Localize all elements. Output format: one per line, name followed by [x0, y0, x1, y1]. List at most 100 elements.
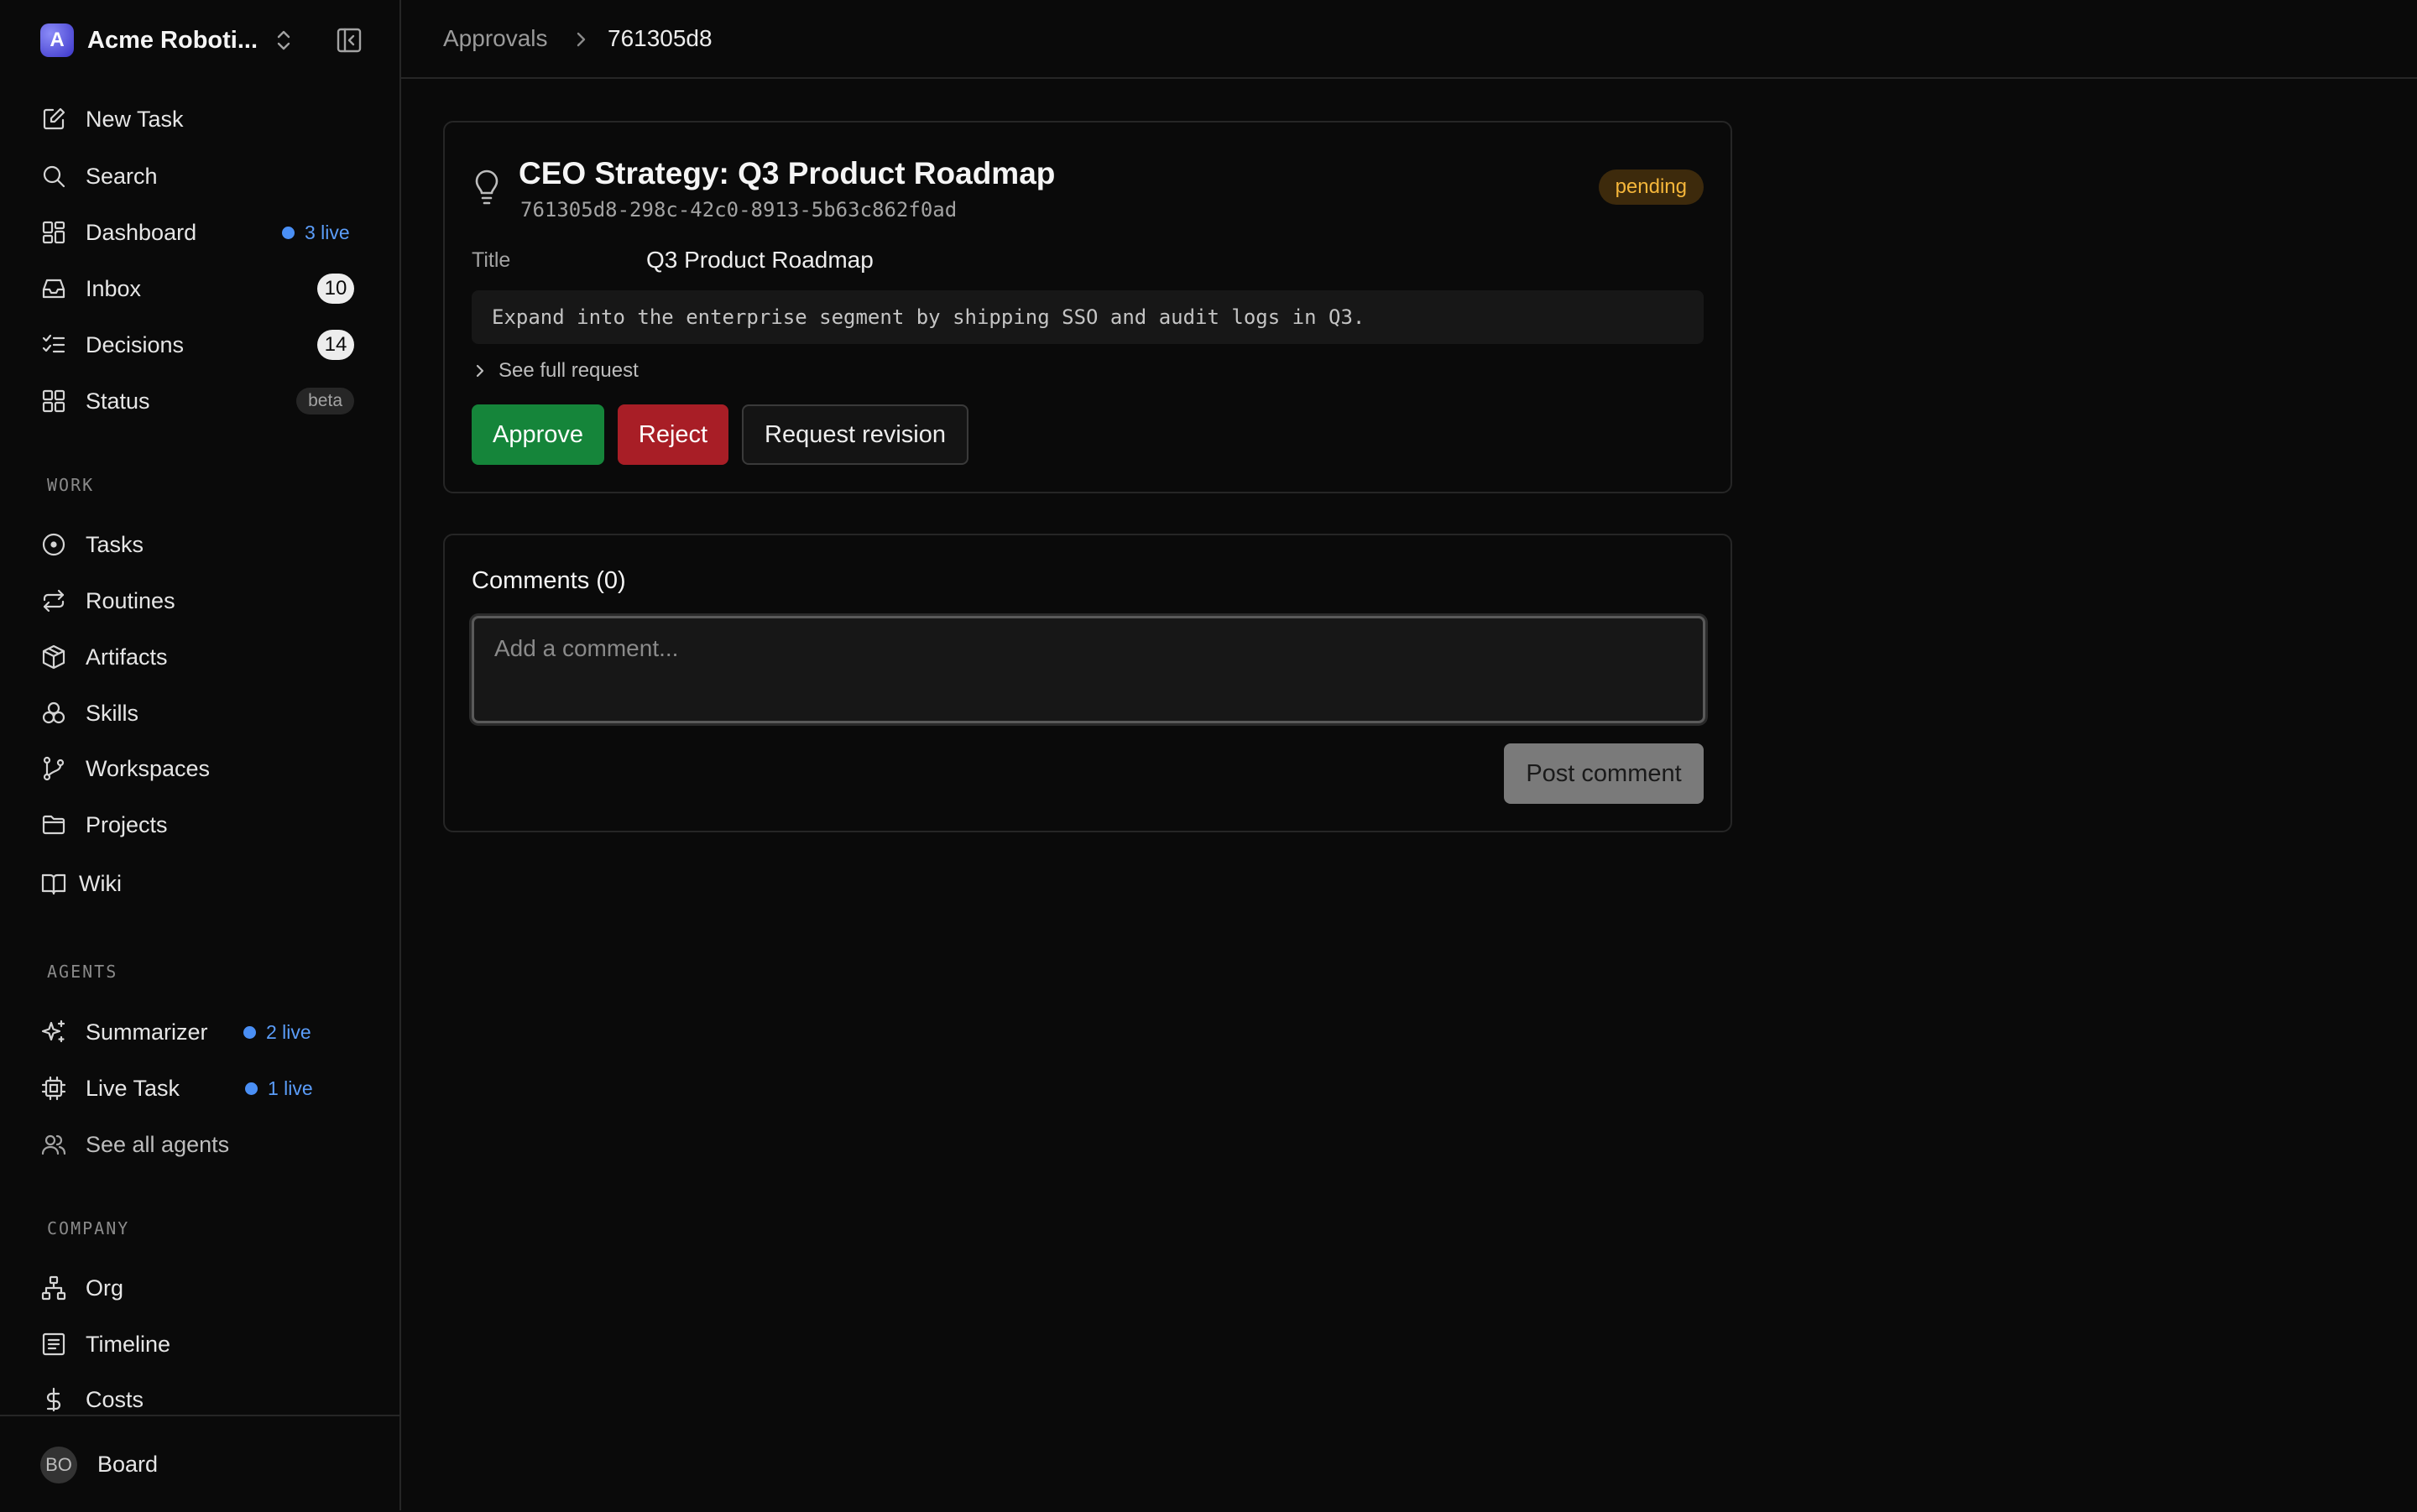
approval-card: CEO Strategy: Q3 Product Roadmap 761305d… [443, 121, 1732, 493]
chevron-right-icon [577, 32, 586, 47]
sidebar-item-see-all-agents[interactable]: See all agents [40, 1121, 368, 1168]
sidebar-item-label: Summarizer [86, 1019, 208, 1045]
status-badge: pending [1598, 169, 1704, 205]
sidebar-item-org[interactable]: Org [40, 1264, 368, 1311]
new-task-icon [43, 107, 65, 130]
post-comment-button[interactable]: Post comment [1504, 743, 1704, 804]
breadcrumb-approvals-link[interactable]: Approvals [443, 25, 548, 52]
checklist-icon [42, 334, 65, 353]
cpu-icon [41, 1076, 66, 1101]
git-branch-icon [43, 756, 65, 781]
sidebar-item-search[interactable]: Search [40, 153, 368, 200]
sidebar-item-live-task[interactable]: Live Task 1 live [40, 1065, 368, 1112]
sidebar-item-skills[interactable]: Skills [40, 690, 368, 737]
request-summary: Expand into the enterprise segment by sh… [472, 290, 1704, 344]
comment-input[interactable] [472, 616, 1705, 723]
sidebar: A Acme Roboti... New Task Search Dashboa… [0, 0, 401, 1510]
sidebar-item-workspaces[interactable]: Workspaces [40, 745, 368, 792]
dollar-icon [46, 1387, 61, 1412]
request-revision-button[interactable]: Request revision [742, 404, 968, 465]
section-label-company: COMPANY [47, 1218, 130, 1238]
folder-icon [42, 815, 65, 835]
sidebar-item-label: Tasks [86, 531, 144, 557]
see-full-request-toggle[interactable]: See full request [472, 359, 639, 383]
sidebar-item-label: Inbox [86, 275, 142, 301]
live-count: 3 live [305, 221, 350, 243]
decisions-count-badge: 14 [317, 330, 354, 360]
sidebar-item-tasks[interactable]: Tasks [40, 521, 368, 568]
sidebar-item-label: Search [86, 163, 158, 189]
breadcrumb-current: 761305d8 [608, 25, 713, 51]
sidebar-item-label: Dashboard [86, 219, 197, 245]
approval-id: 761305d8-298c-42c0-8913-5b63c862f0ad [520, 198, 958, 222]
sidebar-item-routines[interactable]: Routines [40, 577, 368, 624]
user-menu[interactable]: BO Board [0, 1415, 399, 1512]
sidebar-item-label: Workspaces [86, 755, 211, 781]
users-icon [41, 1134, 66, 1155]
sidebar-item-label: Org [86, 1275, 124, 1301]
inbox-count-badge: 10 [317, 274, 354, 304]
sidebar-item-label: Status [86, 388, 150, 414]
inbox-icon [42, 279, 65, 299]
live-indicator: 2 live [243, 1021, 311, 1044]
package-icon [42, 644, 65, 670]
chevron-up-down-icon [277, 30, 290, 50]
avatar: BO [40, 1447, 77, 1483]
sidebar-item-artifacts[interactable]: Artifacts [40, 633, 368, 680]
live-indicator: 1 live [245, 1077, 313, 1100]
sidebar-item-dashboard[interactable]: Dashboard 3 live [40, 209, 368, 256]
workspace-name: Acme Roboti... [87, 26, 258, 54]
sidebar-item-label: Decisions [86, 331, 185, 357]
live-dot-icon [245, 1082, 258, 1095]
sidebar-item-label: Timeline [86, 1331, 171, 1357]
approval-title: CEO Strategy: Q3 Product Roadmap [519, 156, 1056, 190]
grid-icon [42, 389, 65, 413]
breadcrumb: Approvals 761305d8 [401, 0, 2417, 79]
sidebar-item-label: Routines [86, 587, 175, 613]
sidebar-item-inbox[interactable]: Inbox 10 [40, 265, 368, 312]
field-value-title: Q3 Product Roadmap [646, 247, 874, 273]
approve-button[interactable]: Approve [472, 404, 604, 465]
live-count: 2 live [266, 1020, 311, 1043]
see-full-request-label: See full request [499, 359, 639, 382]
chevron-right-icon [476, 364, 484, 378]
task-circle-icon [42, 533, 65, 556]
sidebar-item-label: New Task [86, 106, 184, 132]
workspace-switcher[interactable]: A Acme Roboti... [40, 23, 368, 57]
beta-badge: beta [296, 388, 354, 414]
skills-icon [42, 701, 65, 724]
search-icon [43, 165, 65, 188]
sidebar-item-label: Live Task [86, 1075, 180, 1101]
dashboard-icon [42, 221, 65, 244]
sidebar-item-decisions[interactable]: Decisions 14 [40, 321, 368, 368]
sidebar-item-label: See all agents [86, 1131, 230, 1157]
live-count: 1 live [268, 1077, 313, 1099]
comments-card: Comments (0) Post comment [443, 534, 1732, 832]
sidebar-collapse-icon[interactable] [336, 27, 363, 54]
sidebar-item-label: Artifacts [86, 644, 168, 670]
live-dot-icon [243, 1025, 256, 1039]
sidebar-item-label: Skills [86, 700, 139, 726]
sidebar-item-label: Projects [86, 811, 168, 837]
sidebar-item-wiki[interactable]: Wiki [40, 860, 368, 907]
field-label-title: Title [472, 248, 511, 272]
book-icon [41, 873, 66, 895]
org-chart-icon [41, 1275, 66, 1301]
sparkles-icon [41, 1019, 65, 1043]
sidebar-item-timeline[interactable]: Timeline [40, 1321, 368, 1368]
section-label-work: WORK [47, 475, 95, 495]
sidebar-item-status[interactable]: Status beta [40, 378, 368, 425]
live-dot-icon [282, 226, 295, 239]
sidebar-item-new-task[interactable]: New Task [40, 96, 368, 143]
sidebar-item-projects[interactable]: Projects [40, 801, 368, 848]
timeline-icon [42, 1332, 65, 1356]
reject-button[interactable]: Reject [618, 404, 728, 465]
comments-title: Comments (0) [472, 567, 626, 594]
lightbulb-icon [475, 169, 499, 205]
repeat-icon [43, 589, 65, 613]
live-indicator: 3 live [282, 222, 350, 244]
sidebar-item-summarizer[interactable]: Summarizer 2 live [40, 1009, 368, 1056]
user-name: Board [97, 1452, 159, 1477]
sidebar-item-label: Wiki [79, 870, 122, 896]
section-label-agents: AGENTS [47, 962, 118, 982]
